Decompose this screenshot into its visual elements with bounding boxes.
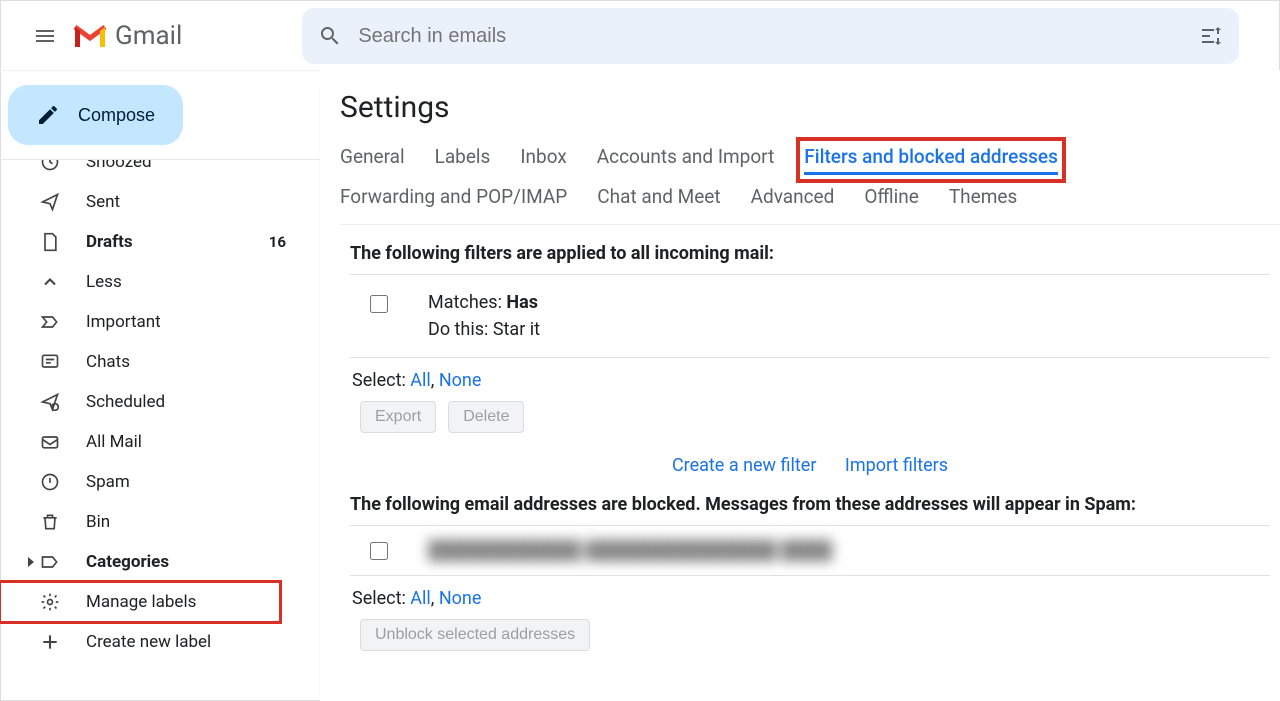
select-none-link[interactable]: None: [439, 370, 482, 391]
scheduled-icon: [40, 392, 68, 412]
filter-matches-label: Matches:: [428, 292, 506, 313]
compose-label: Compose: [78, 105, 155, 126]
all-mail-icon: [40, 432, 68, 452]
delete-button[interactable]: Delete: [448, 401, 524, 433]
tab-labels[interactable]: Labels: [435, 145, 491, 175]
draft-icon: [40, 232, 68, 252]
filter-row: Matches: Has Do this: Star it: [350, 274, 1270, 358]
hamburger-icon: [33, 24, 57, 48]
sidebar-item-spam[interactable]: Spam: [0, 462, 306, 502]
select-all-link[interactable]: All: [410, 370, 431, 391]
pencil-icon: [36, 103, 60, 127]
sidebar-item-label: Important: [86, 312, 161, 332]
export-button[interactable]: Export: [360, 401, 436, 433]
chat-icon: [40, 352, 68, 372]
sidebar-item-label: Less: [86, 272, 122, 292]
sidebar-item-label: Chats: [86, 352, 130, 372]
blocked-address-redacted: ████████████ ███████████████ ████: [428, 540, 832, 561]
gmail-icon: [73, 23, 107, 49]
blocked-select-all-link[interactable]: All: [410, 588, 431, 609]
search-bar[interactable]: [302, 8, 1239, 64]
settings-tabs: General Labels Inbox Accounts and Import Fil…: [340, 145, 1280, 225]
tab-inbox[interactable]: Inbox: [520, 145, 566, 175]
blocked-heading: The following email addresses are blocke…: [350, 494, 1280, 515]
sidebar-item-bin[interactable]: Bin: [0, 502, 306, 542]
tab-accounts-and-import[interactable]: Accounts and Import: [597, 145, 775, 175]
sidebar-item-drafts[interactable]: Drafts 16: [0, 222, 306, 262]
filter-matches-value: Has: [506, 292, 538, 313]
sidebar-item-important[interactable]: Important: [0, 302, 306, 342]
tab-chat-and-meet[interactable]: Chat and Meet: [597, 185, 720, 212]
gmail-logo[interactable]: Gmail: [73, 21, 182, 51]
sidebar: Compose Snoozed Sent Drafts 16 Less Important…: [0, 70, 320, 701]
filter-action: Do this: Star it: [428, 316, 540, 343]
sidebar-item-scheduled[interactable]: Scheduled: [0, 382, 306, 422]
expand-triangle-icon: [28, 557, 34, 567]
blocked-select-row: Select: All, None: [352, 588, 1280, 609]
tab-general[interactable]: General: [340, 145, 405, 175]
page-title: Settings: [340, 90, 1280, 125]
sidebar-item-label: All Mail: [86, 432, 142, 452]
sidebar-item-label: Categories: [86, 552, 169, 572]
tab-themes[interactable]: Themes: [949, 185, 1017, 212]
label-icon: [40, 552, 68, 572]
sidebar-item-snoozed[interactable]: Snoozed: [0, 159, 306, 182]
sidebar-item-less[interactable]: Less: [0, 262, 306, 302]
chevron-up-icon: [40, 272, 68, 292]
search-input[interactable]: [358, 25, 1199, 48]
sidebar-item-label: Create new label: [86, 632, 211, 652]
sidebar-item-chats[interactable]: Chats: [0, 342, 306, 382]
create-filter-link[interactable]: Create a new filter: [672, 455, 817, 476]
filter-checkbox[interactable]: [370, 295, 388, 313]
unblock-button[interactable]: Unblock selected addresses: [360, 619, 590, 651]
sidebar-item-create-new-label[interactable]: Create new label: [0, 622, 306, 662]
sidebar-item-label: Spam: [86, 472, 130, 492]
sidebar-item-all-mail[interactable]: All Mail: [0, 422, 306, 462]
blocked-checkbox[interactable]: [370, 542, 388, 560]
settings-panel: Settings General Labels Inbox Accounts and …: [320, 70, 1280, 701]
compose-button[interactable]: Compose: [8, 85, 183, 145]
sidebar-item-count: 16: [269, 233, 286, 251]
sidebar-item-sent[interactable]: Sent: [0, 182, 306, 222]
blocked-address-row: ████████████ ███████████████ ████: [350, 525, 1270, 576]
search-icon: [318, 24, 342, 48]
tab-filters-and-blocked-addresses[interactable]: Filters and blocked addresses: [804, 145, 1058, 175]
spam-icon: [40, 472, 68, 492]
tab-offline[interactable]: Offline: [864, 185, 918, 212]
filters-heading: The following filters are applied to all…: [350, 243, 1280, 264]
plus-icon: [40, 632, 68, 652]
sidebar-item-label: Snoozed: [86, 159, 152, 172]
search-options-icon[interactable]: [1199, 24, 1223, 48]
clock-icon: [40, 159, 68, 172]
import-filters-link[interactable]: Import filters: [845, 455, 948, 476]
sidebar-item-label: Manage labels: [86, 592, 196, 612]
sidebar-item-manage-labels[interactable]: Manage labels: [0, 582, 280, 622]
gear-icon: [40, 592, 68, 612]
tab-advanced[interactable]: Advanced: [751, 185, 835, 212]
sidebar-item-label: Sent: [86, 192, 120, 212]
trash-icon: [40, 512, 68, 532]
send-icon: [40, 192, 68, 212]
important-icon: [40, 312, 68, 332]
sidebar-item-categories[interactable]: Categories: [0, 542, 306, 582]
main-menu-button[interactable]: [21, 12, 69, 60]
filters-select-row: Select: All, None: [352, 370, 1280, 391]
sidebar-item-label: Scheduled: [86, 392, 165, 412]
sidebar-item-label: Drafts: [86, 232, 133, 252]
tab-forwarding-and-pop-imap[interactable]: Forwarding and POP/IMAP: [340, 185, 567, 212]
sidebar-item-label: Bin: [86, 512, 110, 532]
brand-text: Gmail: [115, 21, 182, 51]
blocked-select-none-link[interactable]: None: [439, 588, 482, 609]
app-header: Gmail: [1, 1, 1279, 71]
